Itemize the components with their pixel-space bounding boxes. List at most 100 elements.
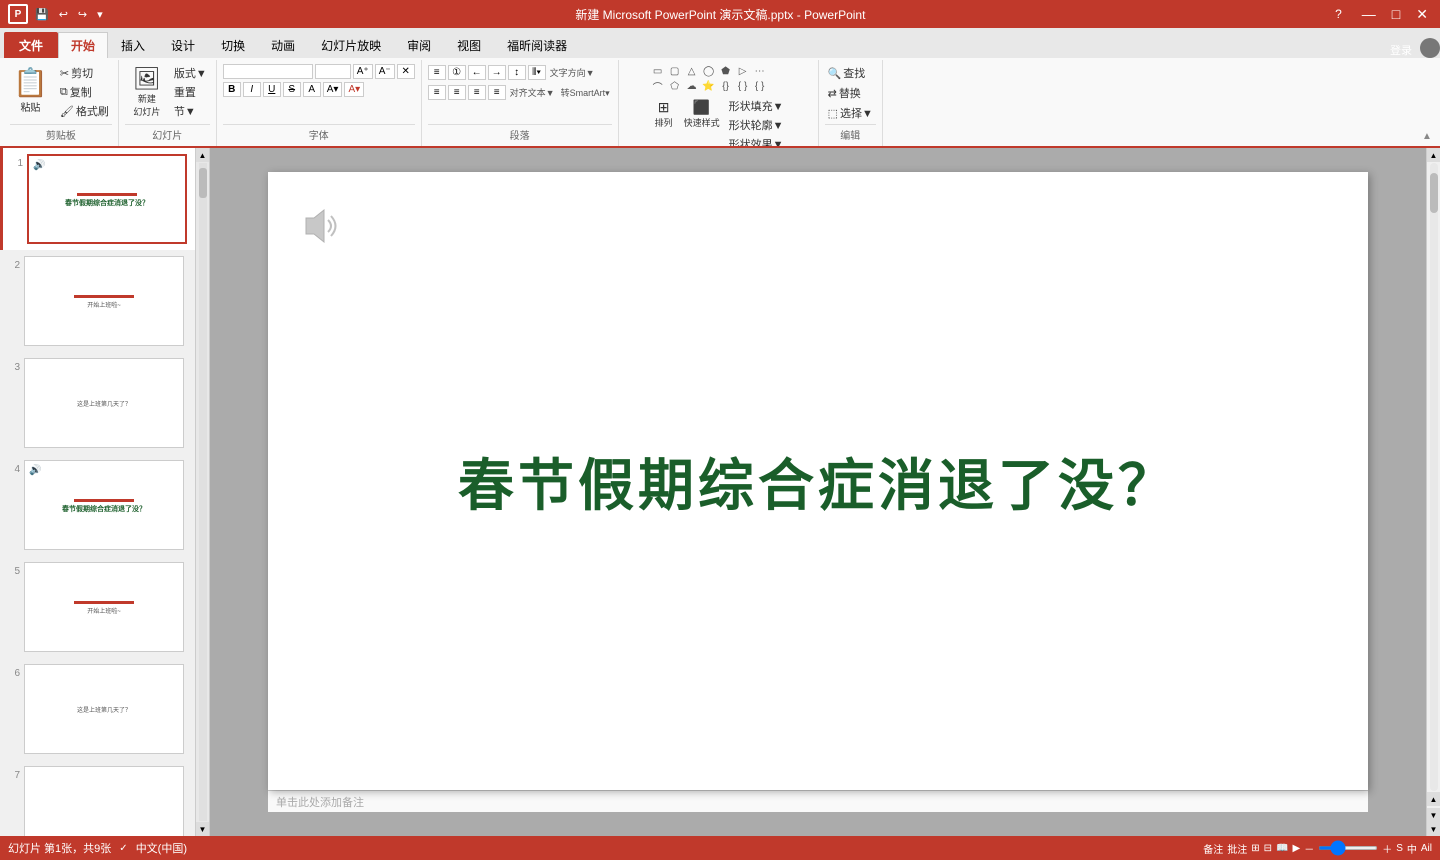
reset-button[interactable]: 重置 [171,83,210,101]
char-spacing-btn[interactable]: A▾ [323,82,343,97]
shape-item[interactable]: ⋯ [752,64,768,78]
increase-font-btn[interactable]: A⁺ [353,64,373,79]
tab-home[interactable]: 开始 [58,32,108,58]
justify-btn[interactable]: ≡ [488,85,506,100]
strikethrough-btn[interactable]: S [283,82,301,97]
shape-fill-btn[interactable]: 形状填充▼ [726,97,787,115]
font-color-btn[interactable]: A▾ [344,82,364,97]
right-scroll-prev[interactable]: ▲ [1427,792,1440,806]
minimize-btn[interactable]: — [1358,6,1380,22]
align-left-btn[interactable]: ≡ [428,85,446,100]
undo-quick-btn[interactable]: ↩ [56,6,71,23]
slide-thumb-2[interactable]: 2 开始上班啦~ [0,250,209,352]
shape-item[interactable]: ☁ [684,79,700,93]
decrease-font-btn[interactable]: A⁻ [375,64,395,79]
align-right-btn[interactable]: ≡ [468,85,486,100]
redo-quick-btn[interactable]: ↪ [75,6,90,23]
shape-item[interactable]: {} [718,79,734,93]
convert-smartart-btn[interactable]: 转SmartArt▾ [559,84,612,101]
user-avatar[interactable] [1420,38,1440,58]
slide-audio-icon[interactable] [298,202,346,259]
shape-item[interactable]: ⭐ [701,79,717,93]
font-size-input[interactable] [315,64,351,79]
format-painter-button[interactable]: 🖌 格式刷 [57,102,112,120]
shape-item[interactable]: ⬟ [718,64,734,78]
right-scroll-thumb[interactable] [1430,173,1438,213]
line-spacing-btn[interactable]: ↕ [508,65,526,80]
shape-item[interactable]: ⌒ [650,79,666,93]
bold-btn[interactable]: B [223,82,241,97]
slide-thumb-1[interactable]: 1 🔊 春节假期综合症消退了没？ [0,148,209,250]
tab-view[interactable]: 视图 [444,32,494,58]
tab-review[interactable]: 审阅 [394,32,444,58]
italic-btn[interactable]: I [243,82,261,97]
slide-thumb-7[interactable]: 7 [0,760,209,836]
notes-status-btn[interactable]: 备注 [1203,841,1223,856]
restore-btn[interactable]: □ [1388,6,1404,22]
save-quick-btn[interactable]: 💾 [32,6,52,23]
numbering-btn[interactable]: ① [448,65,466,80]
shape-item[interactable]: ▷ [735,64,751,78]
clear-format-btn[interactable]: ✕ [397,64,415,79]
tab-slideshow[interactable]: 幻灯片放映 [308,32,394,58]
tab-file[interactable]: 文件 [4,32,58,58]
right-scroll-up[interactable]: ▲ [1427,148,1440,162]
close-btn[interactable]: ✕ [1412,6,1432,23]
font-name-input[interactable] [223,64,313,79]
presentation-btn[interactable]: ▶ [1293,843,1301,854]
comments-status-btn[interactable]: 批注 [1227,841,1247,856]
quick-styles-button[interactable]: ⬛ 快速样式 [681,97,723,148]
tab-transitions[interactable]: 切换 [208,32,258,58]
customize-quick-btn[interactable]: ▾ [94,6,106,23]
shape-item[interactable]: ▢ [667,64,683,78]
paste-button[interactable]: 📋 粘贴 [10,64,51,116]
align-text-btn[interactable]: 对齐文本▼ [508,84,557,101]
shape-item[interactable]: { } [752,79,768,93]
bullets-btn[interactable]: ≡ [428,65,446,80]
notes-bar[interactable]: 单击此处添加备注 [268,790,1368,812]
shadow-btn[interactable]: A [303,82,321,97]
shape-item[interactable]: { } [735,79,751,93]
shape-item[interactable]: ◯ [701,64,717,78]
shape-outline-btn[interactable]: 形状轮廓▼ [726,116,787,134]
shape-effects-btn[interactable]: 形状效果▼ [726,135,787,148]
tab-insert[interactable]: 插入 [108,32,158,58]
login-button[interactable]: 登录 [1390,42,1412,58]
tab-animations[interactable]: 动画 [258,32,308,58]
normal-view-btn[interactable]: ⊞ [1251,843,1259,854]
slide-canvas[interactable]: 春节假期综合症消退了没？ [268,172,1368,790]
slide-sorter-btn[interactable]: ⊟ [1264,843,1272,854]
help-btn[interactable]: ? [1335,7,1342,21]
slide-thumb-5[interactable]: 5 开始上班啦~ [0,556,209,658]
copy-button[interactable]: ⧉ 复制 [57,83,112,101]
chinese-input-indicator[interactable]: 中 [1407,841,1417,856]
slide-panel-scroll-up[interactable]: ▲ [196,148,210,162]
text-direction-btn[interactable]: 文字方向▼ [548,64,597,81]
zoom-slider[interactable] [1318,846,1378,850]
zoom-in-btn[interactable]: ＋ [1382,841,1392,856]
decrease-indent-btn[interactable]: ← [468,65,486,80]
right-scroll-next[interactable]: ▼ [1427,808,1440,822]
shape-item[interactable]: △ [684,64,700,78]
tab-accessibility[interactable]: 福昕阅读器 [494,32,580,58]
arrange-button[interactable]: ⊞ 排列 [650,97,678,148]
shape-item[interactable]: ▭ [650,64,666,78]
replace-button[interactable]: ⇄ 替换 [825,84,864,102]
slide-thumb-3[interactable]: 3 这是上班第几天了？ [0,352,209,454]
zoom-out-btn[interactable]: － [1304,841,1314,856]
section-button[interactable]: 节▼ [171,102,210,120]
right-scroll-down[interactable]: ▼ [1427,822,1440,836]
slide-panel-scroll-down[interactable]: ▼ [196,822,210,836]
shape-item[interactable]: ⬠ [667,79,683,93]
reading-view-btn[interactable]: 📖 [1276,843,1288,854]
collapse-ribbon-btn[interactable]: ▲ [1422,131,1432,142]
find-button[interactable]: 🔍 查找 [825,64,869,82]
cut-button[interactable]: ✂ 剪切 [57,64,112,82]
slide-thumb-4[interactable]: 4 🔊 春节假期综合症消退了没？ [0,454,209,556]
new-slide-button[interactable]: 🖼 新建 幻灯片 [125,64,169,120]
align-center-btn[interactable]: ≡ [448,85,466,100]
columns-btn[interactable]: ⫴▾ [528,65,546,80]
select-button[interactable]: ⬚ 选择▼ [825,104,876,122]
tab-design[interactable]: 设计 [158,32,208,58]
increase-indent-btn[interactable]: → [488,65,506,80]
